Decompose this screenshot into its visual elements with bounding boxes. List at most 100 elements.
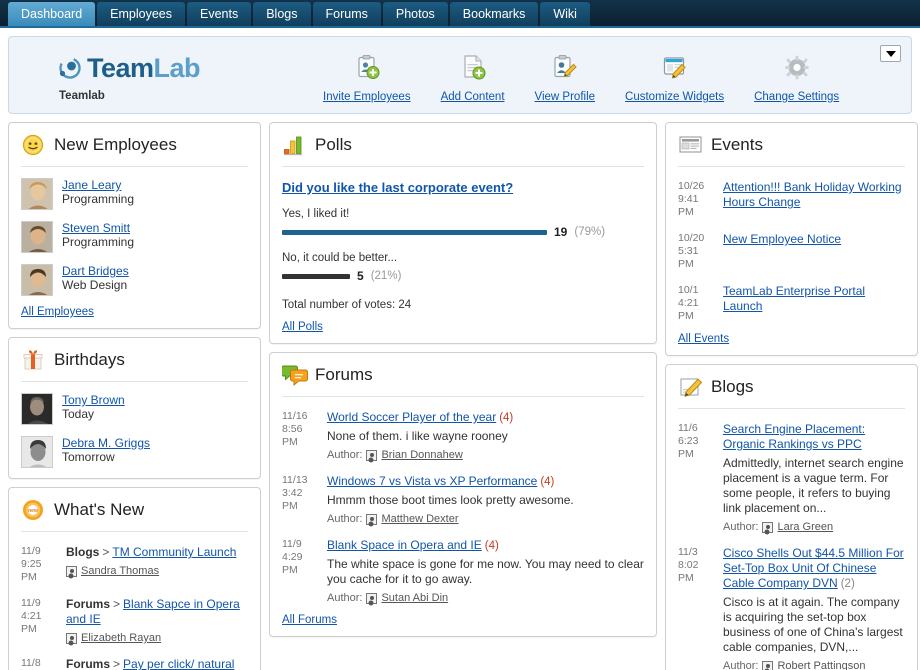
nav-tab-events[interactable]: Events: [187, 2, 251, 26]
nav-tab-wiki[interactable]: Wiki: [540, 2, 590, 26]
nav-tab-forums[interactable]: Forums: [313, 2, 381, 26]
action-customize-widgets[interactable]: Customize Widgets: [625, 53, 724, 103]
birthday-name-link[interactable]: Tony Brown: [62, 393, 125, 407]
forum-topic-link[interactable]: Windows 7 vs Vista vs XP Performance: [327, 474, 537, 488]
birthday-name-link[interactable]: Debra M. Griggs: [62, 436, 150, 450]
event-row[interactable]: 10/26 9:41 PM Attention!!! Bank Holiday …: [678, 180, 905, 219]
add-content-icon: [459, 53, 487, 83]
forum-author-link[interactable]: Brian Donnahew: [381, 449, 462, 461]
forum-topic-row[interactable]: 11/16 8:56 PM World Soccer Player of the…: [282, 410, 644, 461]
poll-question-link[interactable]: Did you like the last corporate event?: [282, 180, 644, 195]
panel-header-polls: Polls: [282, 133, 644, 167]
forum-ampm: PM: [282, 436, 298, 448]
whats-new-timestamp: 11/8: [21, 657, 57, 670]
user-icon: [366, 514, 377, 525]
user-icon: [366, 593, 377, 604]
event-row[interactable]: 10/1 4:21 PM TeamLab Enterprise Portal L…: [678, 284, 905, 323]
employee-name-link[interactable]: Dart Bridges: [62, 264, 129, 278]
nav-tab-employees[interactable]: Employees: [97, 2, 185, 26]
whats-new-separator: >: [113, 657, 120, 670]
event-body: Attention!!! Bank Holiday Working Hours …: [723, 180, 905, 219]
blog-author-label: Author:: [723, 660, 758, 670]
all-employees-link[interactable]: All Employees: [21, 306, 94, 318]
event-title-link[interactable]: New Employee Notice: [723, 232, 841, 246]
forum-author-link[interactable]: Matthew Dexter: [381, 513, 458, 525]
event-row[interactable]: 10/20 5:31 PM New Employee Notice: [678, 232, 905, 271]
employee-name-link[interactable]: Steven Smitt: [62, 221, 134, 235]
blog-body: Search Engine Placement: Organic Ranking…: [723, 422, 905, 533]
forum-ampm: PM: [282, 500, 298, 512]
all-events-link[interactable]: All Events: [678, 333, 729, 345]
action-add-content[interactable]: Add Content: [441, 53, 505, 103]
whats-new-date: 11/9: [21, 597, 41, 609]
poll-bar-fill: [282, 274, 350, 279]
birthday-row[interactable]: Debra M. Griggs Tomorrow: [21, 436, 248, 468]
whats-new-row[interactable]: 11/8 Forums>Pay per click/ natural: [21, 657, 248, 670]
birthday-row[interactable]: Tony Brown Today: [21, 393, 248, 425]
blog-author-link[interactable]: Lara Green: [777, 521, 833, 533]
blog-excerpt: Admittedly, internet search engine place…: [723, 456, 905, 516]
portal-header: TeamLab Teamlab Invite Employees: [8, 36, 912, 114]
employee-row[interactable]: Jane Leary Programming: [21, 178, 248, 210]
gear-icon: [783, 53, 811, 83]
birthday-info: Debra M. Griggs Tomorrow: [62, 436, 150, 464]
employee-name-link[interactable]: Jane Leary: [62, 178, 134, 192]
forum-topic-row[interactable]: 11/9 4:29 PM Blank Space in Opera and IE…: [282, 538, 644, 604]
whats-new-link[interactable]: TM Community Launch: [112, 545, 236, 559]
event-timestamp: 10/20 5:31 PM: [678, 232, 714, 271]
blog-row[interactable]: 11/6 6:23 PM Search Engine Placement: Or…: [678, 422, 905, 533]
employee-row[interactable]: Steven Smitt Programming: [21, 221, 248, 253]
whats-new-section: Forums: [66, 597, 110, 611]
whats-new-author-link[interactable]: Sandra Thomas: [81, 565, 159, 577]
whats-new-body: Forums>Pay per click/ natural: [66, 657, 248, 670]
forum-topic-excerpt: Hmmm those boot times look pretty awesom…: [327, 493, 644, 508]
blog-row[interactable]: 11/3 8:02 PM Cisco Shells Out $44.5 Mill…: [678, 546, 905, 670]
bar-chart-icon: [282, 133, 306, 157]
event-title-link[interactable]: Attention!!! Bank Holiday Working Hours …: [723, 180, 902, 209]
user-icon: [366, 450, 377, 461]
forum-author-link[interactable]: Sutan Abi Din: [381, 592, 448, 604]
forum-topic-link[interactable]: Blank Space in Opera and IE: [327, 538, 482, 552]
whats-new-date: 11/8: [21, 657, 41, 669]
panel-title-events: Events: [711, 135, 763, 155]
action-label-customize-widgets: Customize Widgets: [625, 91, 724, 103]
nav-tab-bookmarks[interactable]: Bookmarks: [450, 2, 539, 26]
whats-new-separator: >: [102, 545, 109, 559]
avatar: [21, 178, 53, 210]
header-dropdown-button[interactable]: [880, 45, 901, 62]
all-polls-link[interactable]: All Polls: [282, 321, 323, 333]
blog-excerpt: Cisco is at it again. The company is acq…: [723, 595, 905, 655]
blog-date: 11/3: [678, 546, 698, 558]
forum-date: 11/13: [282, 474, 308, 486]
speech-bubbles-icon: [282, 363, 306, 387]
event-timestamp: 10/26 9:41 PM: [678, 180, 714, 219]
whats-new-row[interactable]: 11/9 9:25 PM Blogs>TM Community Launch S…: [21, 545, 248, 584]
forum-topic-link[interactable]: World Soccer Player of the year: [327, 410, 496, 424]
blog-title-link[interactable]: Cisco Shells Out $44.5 Million For Set-T…: [723, 546, 904, 590]
blog-title-link[interactable]: Search Engine Placement: Organic Ranking…: [723, 422, 865, 451]
action-change-settings[interactable]: Change Settings: [754, 53, 839, 103]
forum-topic-body: World Soccer Player of the year(4) None …: [327, 410, 644, 461]
event-title-link[interactable]: TeamLab Enterprise Portal Launch: [723, 284, 865, 313]
nav-tab-photos[interactable]: Photos: [383, 2, 448, 26]
forum-author-label: Author:: [327, 513, 362, 525]
nav-tab-dashboard[interactable]: Dashboard: [8, 2, 95, 26]
newspaper-icon: [678, 133, 702, 157]
whats-new-link[interactable]: Pay per click/ natural: [123, 657, 234, 670]
forum-topic-row[interactable]: 11/13 3:42 PM Windows 7 vs Vista vs XP P…: [282, 474, 644, 525]
birthday-info: Tony Brown Today: [62, 393, 125, 421]
blog-author-link[interactable]: Robert Pattingson: [777, 660, 865, 670]
panel-whats-new: new What's New 11/9 9:25 PM Blogs>TM Com…: [8, 487, 261, 670]
whats-new-author-link[interactable]: Elizabeth Rayan: [81, 632, 161, 644]
nav-tab-blogs[interactable]: Blogs: [253, 2, 310, 26]
blog-time: 6:23: [678, 435, 698, 447]
employee-row[interactable]: Dart Bridges Web Design: [21, 264, 248, 296]
birthday-when: Tomorrow: [62, 450, 115, 464]
whats-new-row[interactable]: 11/9 4:21 PM Forums>Blank Sapce in Opera…: [21, 597, 248, 644]
action-invite-employees[interactable]: Invite Employees: [323, 53, 411, 103]
all-forums-link[interactable]: All Forums: [282, 614, 337, 626]
action-view-profile[interactable]: View Profile: [535, 53, 596, 103]
panel-header-new-employees: New Employees: [21, 133, 248, 167]
panel-title-new-employees: New Employees: [54, 135, 177, 155]
blog-timestamp: 11/6 6:23 PM: [678, 422, 714, 533]
